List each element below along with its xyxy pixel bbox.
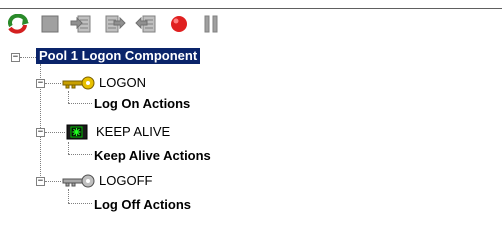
pause-button[interactable] — [200, 13, 222, 35]
record-icon — [171, 16, 187, 32]
key-icon — [62, 76, 95, 90]
tree-node-logon[interactable]: LOGON — [99, 75, 146, 91]
keepalive-collapse-toggle[interactable]: − — [36, 128, 45, 137]
toolbar-divider — [0, 8, 502, 9]
keepalive-icon — [66, 124, 88, 140]
tree-node-logoff[interactable]: LOGOFF — [99, 173, 152, 189]
tree-leaf-keep-alive-actions[interactable]: Keep Alive Actions — [94, 148, 211, 164]
refresh-button[interactable] — [8, 13, 30, 35]
step-back-button[interactable] — [135, 13, 157, 35]
tree-connector — [45, 181, 61, 182]
step-back-icon — [135, 15, 156, 33]
tree-node-keep-alive[interactable]: KEEP ALIVE — [96, 124, 170, 140]
key-gray-icon — [62, 174, 95, 188]
root-collapse-toggle[interactable]: − — [11, 53, 20, 62]
tree-root-label[interactable]: Pool 1 Logon Component — [36, 48, 201, 64]
tree-connector — [68, 203, 92, 204]
stop-square-icon — [41, 15, 59, 33]
logoff-collapse-toggle[interactable]: − — [36, 177, 45, 186]
logon-collapse-toggle[interactable]: − — [36, 79, 45, 88]
step-over-icon — [105, 15, 126, 33]
tree-connector — [68, 91, 69, 103]
step-over-button[interactable] — [104, 13, 126, 35]
tree-connector — [20, 57, 36, 58]
tree-leaf-log-off-actions[interactable]: Log Off Actions — [94, 197, 191, 213]
step-in-button[interactable] — [70, 13, 92, 35]
tree-connector — [68, 142, 69, 154]
stop-button[interactable] — [39, 13, 61, 35]
tree-connector — [45, 132, 65, 133]
step-in-icon — [70, 15, 91, 33]
tree-connector — [45, 83, 61, 84]
tree-connector — [68, 154, 92, 155]
pause-icon — [204, 15, 218, 33]
tree-connector — [68, 189, 69, 203]
refresh-icon — [8, 14, 29, 34]
tree-view: − Pool 1 Logon Component − LOGON Log On … — [0, 40, 502, 242]
tree-leaf-log-on-actions[interactable]: Log On Actions — [94, 96, 190, 112]
record-button[interactable] — [168, 13, 190, 35]
toolbar — [0, 0, 502, 38]
tree-connector — [68, 103, 92, 104]
